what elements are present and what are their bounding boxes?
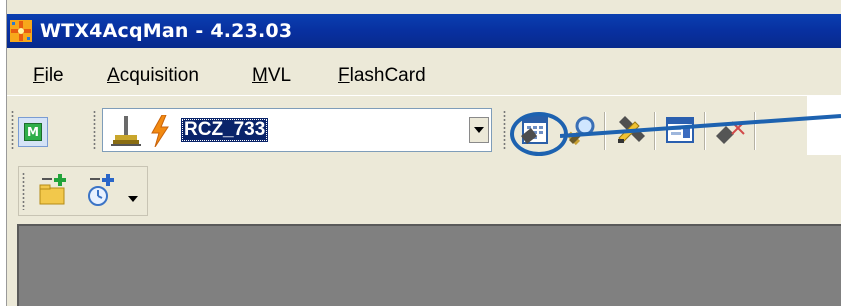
chevron-down-icon [474,127,484,133]
toolbar-grip[interactable] [11,110,14,150]
menu-flashcard-label: lashCard [349,65,426,86]
menu-file-accel: F [33,65,45,86]
menu-acquisition-label: cquisition [119,65,199,86]
menu-mvl-label: VL [267,65,292,86]
workspace-area[interactable] [17,224,841,306]
menu-file[interactable]: File [33,66,64,86]
new-folder-icon[interactable] [38,172,70,208]
callout-line [560,114,841,138]
device-select[interactable]: RCZ_733 [102,108,492,152]
app-logo-icon [10,20,32,42]
menu-file-label: ile [44,65,64,86]
mode-button-label: M [24,123,42,141]
toolbar-grip-2[interactable] [93,110,96,150]
secondary-toolbar-grip[interactable] [22,172,25,210]
menu-flashcard-accel: F [338,65,350,86]
menu-mvl-accel: M [252,65,268,86]
mode-button[interactable]: M [18,117,48,147]
menu-mvl[interactable]: MVL [252,66,291,86]
device-select-dropdown-button[interactable] [469,117,489,143]
menu-flashcard[interactable]: FlashCard [338,66,426,86]
client-border [7,224,17,306]
new-timer-icon[interactable] [86,172,118,208]
lightning-icon [151,115,169,147]
connection-icon [111,116,141,146]
menu-acquisition[interactable]: Acquisition [107,66,199,86]
chevron-down-icon[interactable] [128,196,138,202]
app-window: WTX4AcqMan - 4.23.03 File Acquisition MV… [0,0,841,306]
menu-acquisition-accel: A [107,65,120,86]
window-title: WTX4AcqMan - 4.23.03 [40,20,293,42]
device-select-value: RCZ_733 [181,118,269,142]
toolbar-grip-3[interactable] [503,110,506,150]
